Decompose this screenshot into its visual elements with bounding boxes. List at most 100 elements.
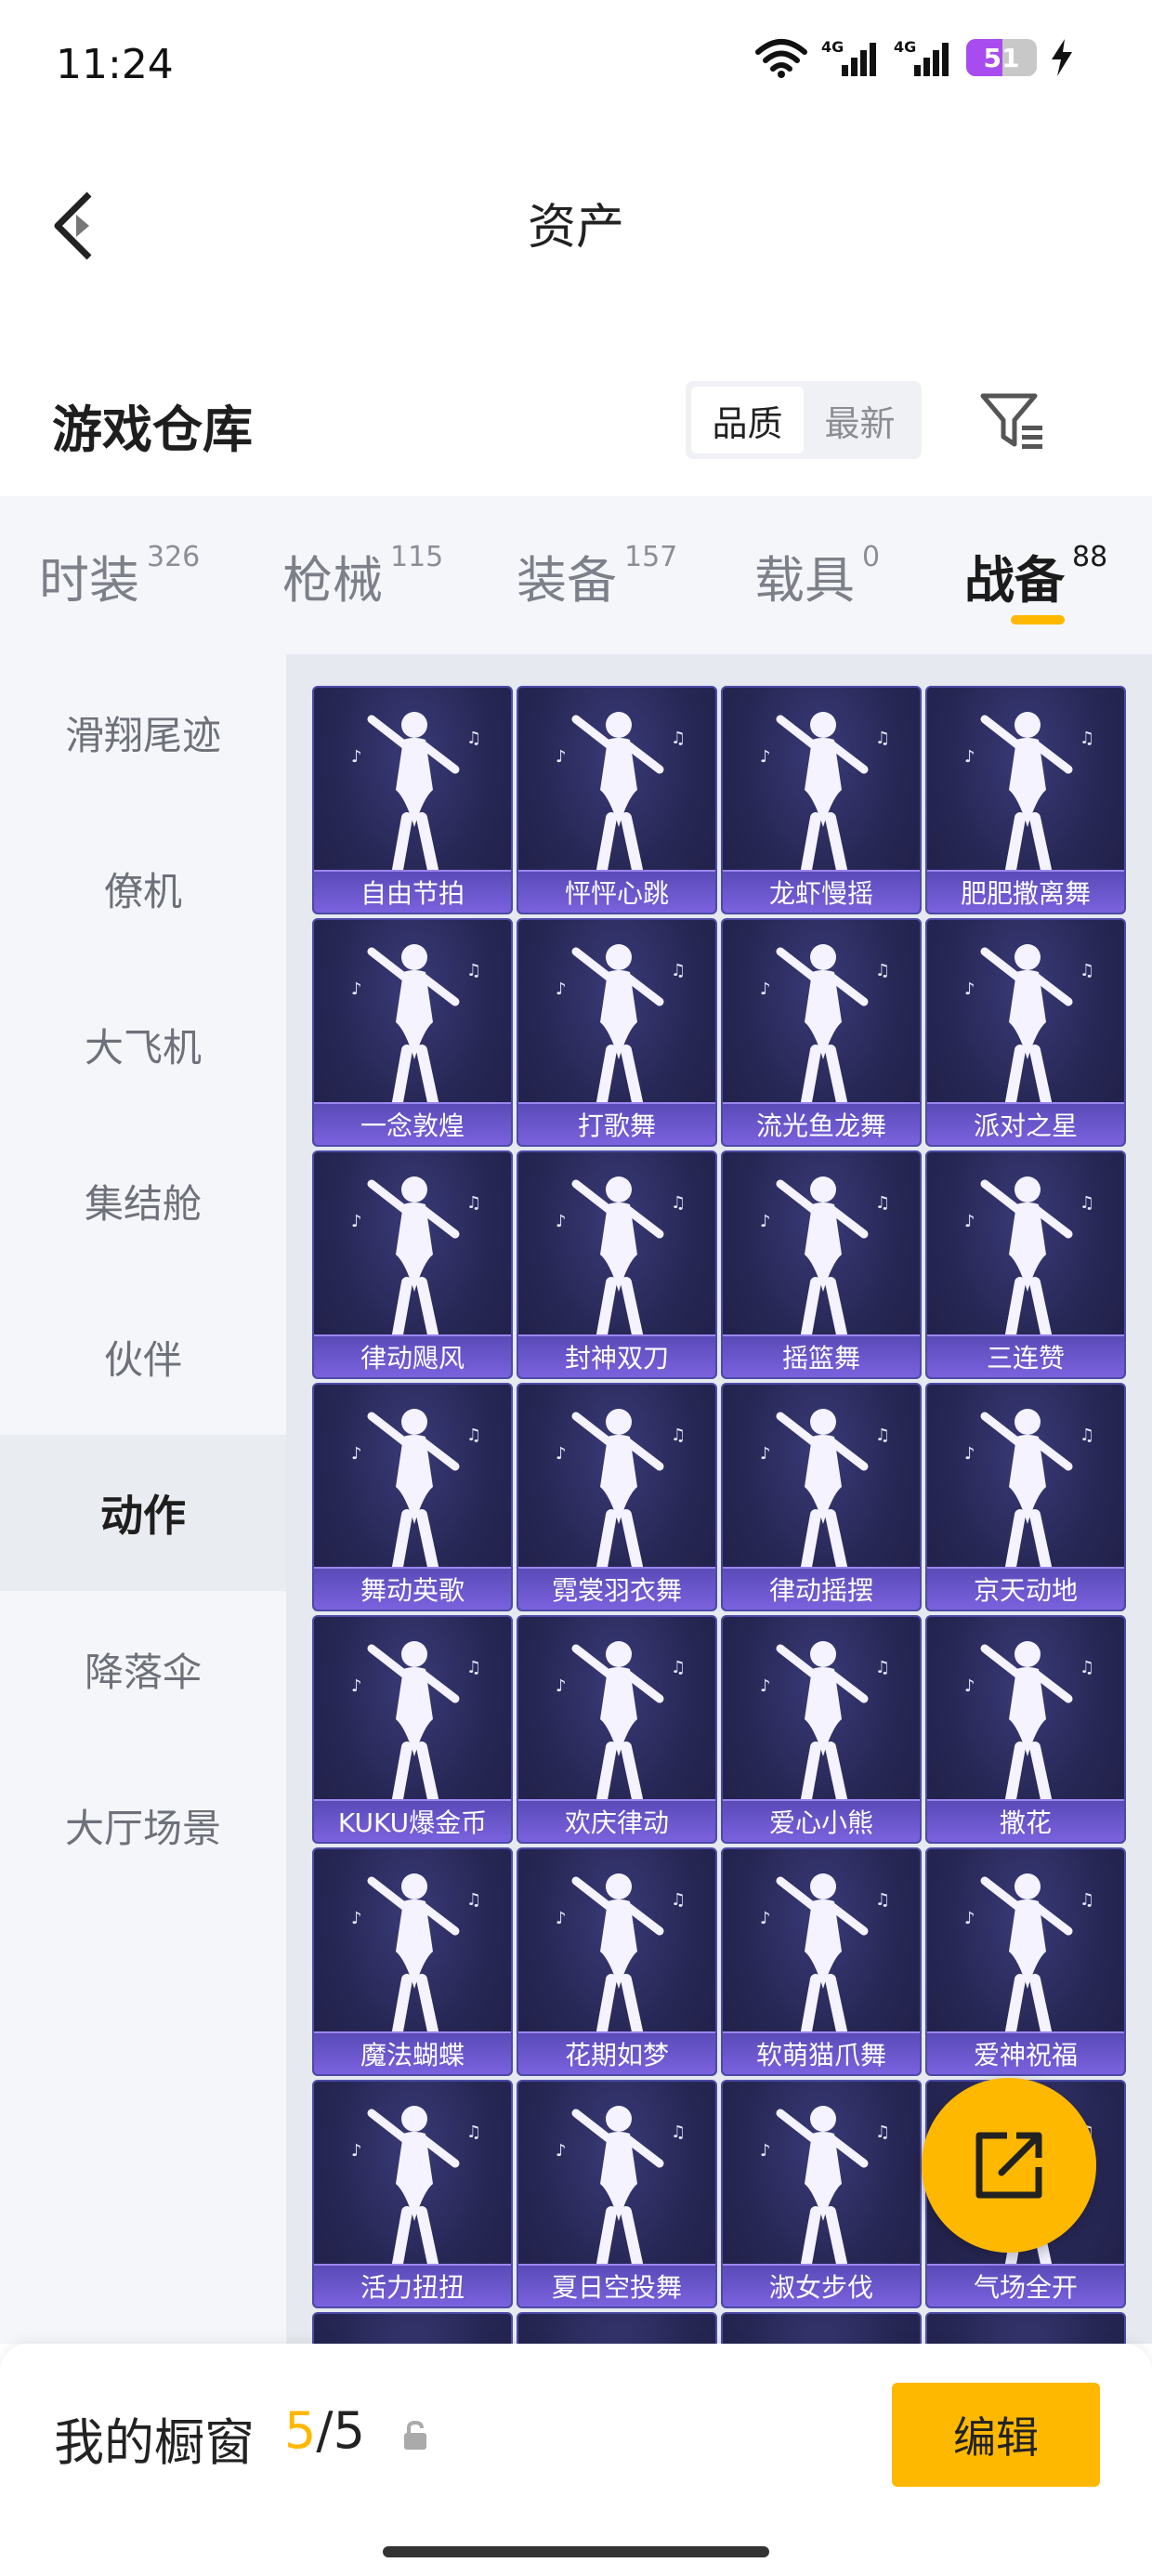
emote-card-partial[interactable] — [517, 2312, 717, 2344]
emote-figure: ♪ ♫ — [351, 1409, 481, 1571]
tab-count: 115 — [390, 541, 444, 573]
svg-text:♪: ♪ — [351, 1212, 362, 1231]
showcase-count: 5/5 — [284, 2401, 365, 2460]
emote-figure: ♪ ♫ — [351, 944, 481, 1106]
emote-figure: ♪ ♫ — [760, 712, 890, 874]
emote-card-partial[interactable] — [312, 2312, 513, 2344]
emote-label: 气场全开 — [927, 2264, 1124, 2307]
svg-text:♫: ♫ — [671, 1658, 686, 1677]
emote-card[interactable]: ♪ ♫ 撒花 — [925, 1615, 1126, 1844]
sort-option-quality[interactable]: 品质 — [691, 387, 804, 453]
sidebar-item-partner[interactable]: 伙伴 — [0, 1279, 286, 1435]
emote-label: KUKU爆金币 — [314, 1799, 511, 1842]
emote-card[interactable]: ♪ ♫ 欢庆律动 — [517, 1615, 717, 1844]
emote-card[interactable]: ♪ ♫ 封神双刀 — [517, 1150, 717, 1379]
emote-card[interactable]: ♪ ♫ 打歌舞 — [517, 918, 717, 1147]
emote-label: 撒花 — [927, 1799, 1124, 1842]
tab-equipment[interactable]: 装备 157 — [517, 539, 677, 612]
battery-level: 51 — [983, 42, 1020, 73]
tab-count: 326 — [147, 541, 201, 573]
emote-label: 自由节拍 — [314, 870, 511, 913]
edit-button[interactable]: 编辑 — [892, 2383, 1100, 2487]
svg-text:♫: ♫ — [466, 1658, 481, 1677]
svg-text:♫: ♫ — [671, 961, 686, 980]
filter-button[interactable] — [975, 385, 1050, 459]
emote-label: 肥肥撒离舞 — [927, 870, 1124, 913]
emote-card[interactable]: ♪ ♫ 律动摇摆 — [721, 1383, 922, 1611]
emote-label: 律动飓风 — [314, 1334, 511, 1377]
emote-card-partial[interactable] — [721, 2312, 922, 2344]
emote-card[interactable]: ♪ ♫ 魔法蝴蝶 — [312, 1847, 513, 2076]
emote-figure: ♪ ♫ — [760, 1641, 890, 1803]
emote-figure: ♪ ♫ — [760, 944, 890, 1106]
emote-card[interactable]: ♪ ♫ 花期如梦 — [517, 1847, 717, 2076]
svg-text:♫: ♫ — [466, 729, 481, 748]
emote-card[interactable]: ♪ ♫ 流光鱼龙舞 — [721, 918, 922, 1147]
emote-card[interactable]: ♪ ♫ 淑女步伐 — [721, 2080, 922, 2308]
emote-card[interactable]: ♪ ♫ 龙虾慢摇 — [721, 686, 922, 914]
sidebar-item-wingman[interactable]: 僚机 — [0, 810, 286, 966]
svg-text:♪: ♪ — [760, 747, 771, 767]
share-button[interactable] — [922, 2078, 1096, 2253]
emote-label: 龙虾慢摇 — [723, 870, 920, 913]
tab-count: 0 — [862, 541, 881, 573]
emote-card[interactable]: ♪ ♫ 霓裳羽衣舞 — [517, 1383, 717, 1611]
sidebar-item-emotes[interactable]: 动作 — [0, 1435, 286, 1591]
emote-card[interactable]: ♪ ♫ 软萌猫爪舞 — [721, 1847, 922, 2076]
emote-label: 封神双刀 — [518, 1334, 715, 1377]
wifi-icon — [754, 37, 808, 78]
signal-4g-icon: 4G — [894, 37, 953, 78]
svg-text:♪: ♪ — [964, 1676, 975, 1696]
svg-text:♫: ♫ — [1080, 961, 1094, 980]
sidebar-item-lobby-scene[interactable]: 大厅场景 — [0, 1747, 286, 1903]
svg-text:♫: ♫ — [875, 2123, 890, 2142]
emote-card-partial[interactable] — [925, 2312, 1126, 2344]
svg-text:♫: ♫ — [1080, 1890, 1094, 1910]
tab-firearms[interactable]: 枪械 115 — [282, 539, 443, 612]
emote-card[interactable]: ♪ ♫ 爱神祝福 — [925, 1847, 1126, 2076]
sidebar-item-glide-trail[interactable]: 滑翔尾迹 — [0, 654, 286, 810]
emote-card[interactable]: ♪ ♫ 活力扭扭 — [312, 2080, 513, 2308]
svg-text:♫: ♫ — [1080, 1658, 1094, 1677]
charging-icon — [1050, 39, 1074, 76]
emote-label: 欢庆律动 — [518, 1799, 715, 1842]
emote-figure: ♪ ♫ — [760, 2106, 890, 2267]
tab-label: 载具 — [754, 551, 855, 610]
sidebar-item-airplane[interactable]: 大飞机 — [0, 966, 286, 1123]
svg-text:♪: ♪ — [760, 1444, 771, 1464]
emote-card[interactable]: ♪ ♫ 自由节拍 — [312, 686, 513, 914]
svg-text:♫: ♫ — [671, 729, 686, 748]
svg-text:♫: ♫ — [466, 1193, 481, 1213]
emote-figure: ♪ ♫ — [556, 1641, 686, 1803]
emote-figure: ♪ ♫ — [760, 1873, 890, 2035]
tab-vehicles[interactable]: 载具 0 — [754, 539, 880, 612]
svg-text:♫: ♫ — [875, 729, 890, 748]
emote-card[interactable]: ♪ ♫ 京天动地 — [925, 1383, 1126, 1611]
emote-card[interactable]: ♪ ♫ 三连赞 — [925, 1150, 1126, 1379]
svg-text:♪: ♪ — [351, 1444, 362, 1464]
emote-figure: ♪ ♫ — [556, 944, 686, 1106]
emote-label: 一念敦煌 — [314, 1102, 511, 1145]
emote-card[interactable]: ♪ ♫ 摇篮舞 — [721, 1150, 922, 1379]
emote-card[interactable]: ♪ ♫ 派对之星 — [925, 918, 1126, 1147]
emote-card[interactable]: ♪ ♫ 舞动英歌 — [312, 1383, 513, 1611]
tab-combat-gear[interactable]: 战备 88 — [964, 539, 1107, 612]
category-tabs: 时装 326 枪械 115 装备 157 载具 0 战备 88 — [0, 496, 1152, 654]
emote-card[interactable]: ♪ ♫ 肥肥撒离舞 — [925, 686, 1126, 914]
svg-text:♫: ♫ — [671, 2123, 686, 2142]
sidebar-item-assembly-pod[interactable]: 集结舱 — [0, 1123, 286, 1279]
emote-figure: ♪ ♫ — [964, 944, 1094, 1106]
emote-card[interactable]: ♪ ♫ 爱心小熊 — [721, 1615, 922, 1844]
tab-fashion[interactable]: 时装 326 — [39, 539, 200, 612]
sort-option-newest[interactable]: 最新 — [804, 387, 916, 453]
svg-text:♫: ♫ — [671, 1193, 686, 1213]
emote-label: 流光鱼龙舞 — [723, 1102, 920, 1145]
emote-card[interactable]: ♪ ♫ KUKU爆金币 — [312, 1615, 513, 1844]
emote-card[interactable]: ♪ ♫ 夏日空投舞 — [517, 2080, 717, 2308]
emote-card[interactable]: ♪ ♫ 律动飓风 — [312, 1150, 513, 1379]
emote-card[interactable]: ♪ ♫ 一念敦煌 — [312, 918, 513, 1147]
sidebar-item-parachute[interactable]: 降落伞 — [0, 1591, 286, 1747]
lock-icon[interactable] — [401, 2420, 429, 2455]
emote-card[interactable]: ♪ ♫ 怦怦心跳 — [517, 686, 717, 914]
svg-text:♫: ♫ — [466, 961, 481, 980]
